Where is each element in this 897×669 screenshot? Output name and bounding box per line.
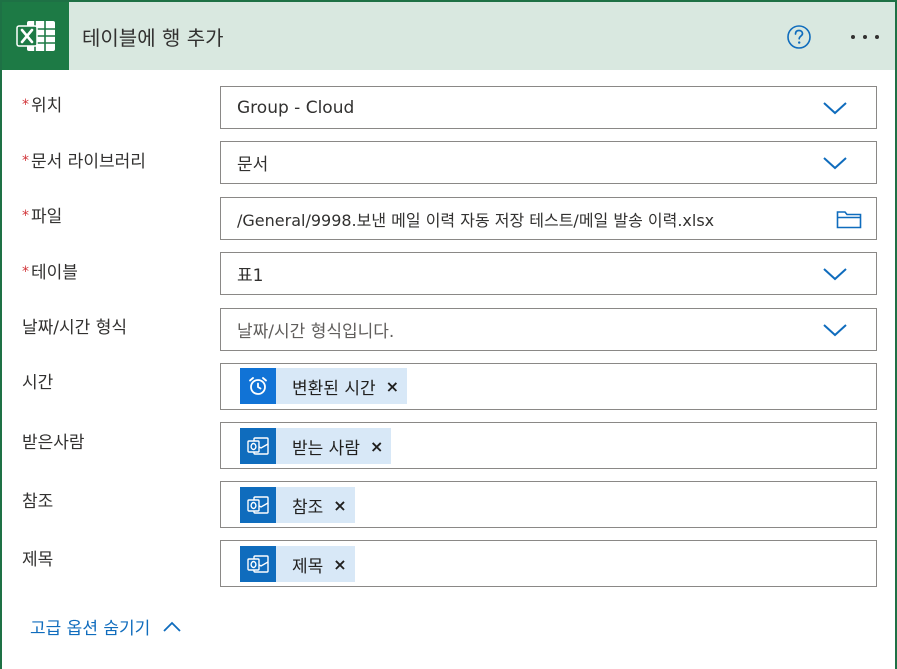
action-card: 테이블에 행 추가 * 위치 Group - Cloud * 문서 라이브러리 문서… [0, 0, 897, 669]
datetime-format-dropdown[interactable]: 날짜/시간 형식입니다. [220, 308, 877, 351]
alarm-clock-icon [240, 368, 276, 404]
table-label: * 테이블 [22, 263, 78, 283]
location-dropdown[interactable]: Group - Cloud [220, 86, 877, 129]
table-dropdown[interactable]: 표1 [220, 252, 877, 295]
remove-token-button[interactable]: × [333, 555, 346, 574]
datetime-format-placeholder: 날짜/시간 형식입니다. [237, 322, 395, 342]
time-input[interactable]: 변환된 시간 × [220, 363, 877, 410]
folder-icon[interactable] [836, 209, 862, 229]
cc-input[interactable]: 참조 × [220, 481, 877, 528]
cc-label: 참조 [22, 492, 54, 512]
outlook-icon [240, 546, 276, 582]
remove-token-button[interactable]: × [386, 377, 399, 396]
file-value: /General/9998.보낸 메일 이력 자동 저장 테스트/메일 발송 이… [237, 210, 715, 230]
remove-token-button[interactable]: × [370, 437, 383, 456]
datetime-format-label: 날짜/시간 형식 [22, 318, 127, 338]
library-value: 문서 [237, 155, 269, 175]
outlook-icon [240, 428, 276, 464]
chevron-down-icon[interactable] [822, 321, 848, 339]
location-label: * 위치 [22, 96, 63, 116]
remove-token-button[interactable]: × [333, 496, 346, 515]
excel-icon [2, 2, 69, 70]
table-value: 표1 [237, 266, 264, 286]
token-label: 제목 [292, 556, 324, 577]
advanced-toggle-label: 고급 옵션 숨기기 [30, 619, 151, 639]
help-icon[interactable] [786, 24, 812, 50]
to-input[interactable]: 받는 사람 × [220, 422, 877, 469]
more-icon[interactable] [848, 26, 882, 46]
cc-token[interactable]: 참조 × [240, 487, 355, 523]
card-header[interactable]: 테이블에 행 추가 [2, 2, 895, 70]
token-label: 받는 사람 [292, 438, 360, 459]
time-label: 시간 [22, 373, 54, 393]
subject-token[interactable]: 제목 × [240, 546, 355, 582]
chevron-down-icon[interactable] [822, 99, 848, 117]
outlook-icon [240, 487, 276, 523]
chevron-down-icon[interactable] [822, 154, 848, 172]
library-label: * 문서 라이브러리 [22, 152, 146, 172]
chevron-down-icon[interactable] [822, 265, 848, 283]
card-title: 테이블에 행 추가 [82, 25, 224, 50]
subject-label: 제목 [22, 550, 54, 570]
token-label: 변환된 시간 [292, 378, 376, 399]
location-value: Group - Cloud [237, 97, 355, 118]
file-label: * 파일 [22, 207, 63, 227]
to-token[interactable]: 받는 사람 × [240, 428, 392, 464]
token-label: 참조 [292, 497, 324, 518]
to-label: 받은사람 [22, 433, 85, 453]
chevron-up-icon [163, 621, 181, 632]
hide-advanced-options-link[interactable]: 고급 옵션 숨기기 [30, 614, 182, 639]
time-token[interactable]: 변환된 시간 × [240, 368, 408, 404]
library-dropdown[interactable]: 문서 [220, 141, 877, 184]
subject-input[interactable]: 제목 × [220, 540, 877, 587]
file-input[interactable]: /General/9998.보낸 메일 이력 자동 저장 테스트/메일 발송 이… [220, 197, 877, 240]
